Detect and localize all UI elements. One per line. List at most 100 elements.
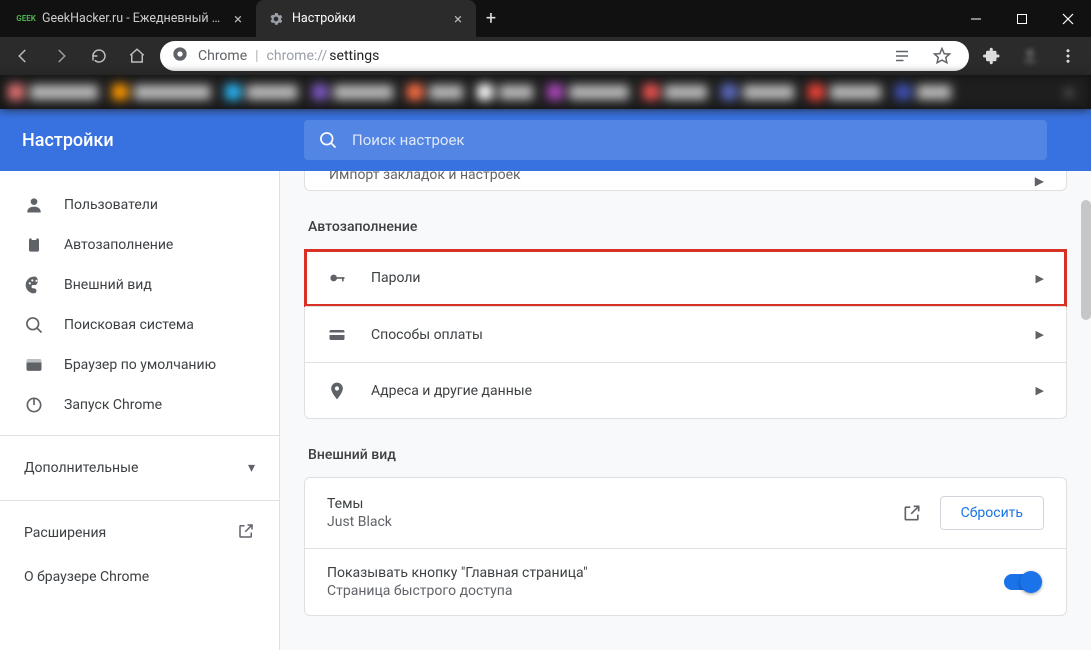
sidebar-item-autofill[interactable]: Автозаполнение xyxy=(0,225,279,265)
search-icon xyxy=(318,130,338,150)
close-icon[interactable]: × xyxy=(232,10,244,28)
row-label: Пароли xyxy=(371,270,421,286)
sidebar-item-default-browser[interactable]: Браузер по умолчанию xyxy=(0,345,279,385)
chevron-right-icon: ▶ xyxy=(1036,384,1044,397)
settings-header: Настройки xyxy=(0,109,1091,171)
home-label: Показывать кнопку "Главная страница" xyxy=(327,565,1004,581)
row-theme: Темы Just Black Сбросить xyxy=(305,478,1066,548)
menu-icon[interactable] xyxy=(1053,41,1083,71)
sidebar-item-label: Пользователи xyxy=(64,197,255,213)
url-path: settings xyxy=(329,48,379,64)
bookmark-item[interactable]: ██████ xyxy=(225,84,298,100)
sidebar-item-label: Автозаполнение xyxy=(64,237,255,253)
theme-name: Just Black xyxy=(327,514,884,530)
sidebar-item-label: Дополнительные xyxy=(24,460,248,476)
sidebar-item-label: Расширения xyxy=(24,525,106,541)
address-bar[interactable]: Chrome | chrome://settings xyxy=(160,41,969,71)
tab-strip: GEEK GeekHacker.ru - Ежедневный жу × Нас… xyxy=(0,0,953,37)
external-link-icon[interactable] xyxy=(902,503,922,523)
bookmark-item[interactable]: █████████ xyxy=(112,84,211,100)
settings-search[interactable] xyxy=(304,120,1047,160)
person-icon xyxy=(24,195,44,215)
close-window-button[interactable] xyxy=(1045,0,1091,37)
page-title: Настройки xyxy=(22,130,280,151)
location-icon xyxy=(327,381,347,401)
maximize-button[interactable] xyxy=(999,0,1045,37)
search-input[interactable] xyxy=(352,131,1033,149)
search-icon xyxy=(24,315,44,335)
extensions-icon[interactable] xyxy=(977,41,1007,71)
divider xyxy=(0,500,279,501)
sidebar-extensions[interactable]: Расширения xyxy=(0,511,279,555)
home-text: Показывать кнопку "Главная страница" Стр… xyxy=(327,565,1004,599)
chrome-icon xyxy=(172,46,188,66)
bookmark-item[interactable]: ████ xyxy=(895,84,951,100)
tab-title: Настройки xyxy=(292,11,444,26)
back-button[interactable] xyxy=(8,41,38,71)
import-bookmarks-row[interactable]: Импорт закладок и настроек ▶ xyxy=(304,171,1067,191)
browser-icon xyxy=(24,355,44,375)
card-icon xyxy=(327,325,347,345)
settings-page: Настройки Пользователи Автозаполнение Вн… xyxy=(0,109,1091,650)
tab-settings[interactable]: Настройки × xyxy=(256,0,476,37)
url-scheme: chrome:// xyxy=(267,48,328,64)
tab-title: GeekHacker.ru - Ежедневный жу xyxy=(42,11,224,26)
bookmark-item[interactable]: ███████ xyxy=(547,84,629,100)
bookmark-item[interactable]: ████ xyxy=(407,84,463,100)
url-label: Chrome xyxy=(198,48,247,64)
home-sub: Страница быстрого доступа xyxy=(327,583,1004,599)
bookmark-item[interactable]: ██████ xyxy=(721,84,794,100)
favicon-geek: GEEK xyxy=(18,11,34,27)
reader-icon[interactable] xyxy=(887,41,917,71)
settings-sidebar: Пользователи Автозаполнение Внешний вид … xyxy=(0,171,280,650)
url-text: Chrome | chrome://settings xyxy=(198,48,877,64)
sidebar-item-startup[interactable]: Запуск Chrome xyxy=(0,385,279,425)
row-addresses[interactable]: Адреса и другие данные ▶ xyxy=(305,362,1066,418)
close-icon[interactable]: × xyxy=(452,10,464,28)
bookmark-item[interactable]: ██████ xyxy=(808,84,881,100)
section-title-appearance: Внешний вид xyxy=(308,447,1067,463)
sidebar-item-label: О браузере Chrome xyxy=(24,569,149,585)
profile-icon[interactable] xyxy=(1015,41,1045,71)
divider xyxy=(0,435,279,436)
theme-text: Темы Just Black xyxy=(327,496,884,530)
sidebar-item-appearance[interactable]: Внешний вид xyxy=(0,265,279,305)
bookmark-item[interactable]: █████ xyxy=(643,84,708,100)
chevron-right-icon: ▶ xyxy=(1036,328,1044,341)
sidebar-advanced[interactable]: Дополнительные ▾ xyxy=(0,446,279,490)
bookmark-item[interactable]: ███████ xyxy=(312,84,394,100)
home-button[interactable] xyxy=(122,41,152,71)
bookmarks-overflow[interactable]: » xyxy=(1065,82,1083,103)
bookmark-item[interactable]: ████ xyxy=(477,84,533,100)
home-button-toggle[interactable] xyxy=(1004,574,1040,590)
reload-button[interactable] xyxy=(84,41,114,71)
tab-geekhacker[interactable]: GEEK GeekHacker.ru - Ежедневный жу × xyxy=(6,0,256,37)
row-label: Способы оплаты xyxy=(371,327,483,343)
settings-content[interactable]: Импорт закладок и настроек ▶ Автозаполне… xyxy=(280,171,1091,650)
bookmark-item[interactable]: ████████ xyxy=(8,84,98,100)
scrollbar-thumb[interactable] xyxy=(1081,200,1091,320)
sidebar-item-label: Запуск Chrome xyxy=(64,397,255,413)
row-passwords[interactable]: Пароли ▶ xyxy=(305,250,1066,306)
sidebar-item-search[interactable]: Поисковая система xyxy=(0,305,279,345)
autofill-card: Пароли ▶ Способы оплаты ▶ Адреса и други… xyxy=(304,249,1067,419)
sidebar-about[interactable]: О браузере Chrome xyxy=(0,555,279,599)
row-home-button: Показывать кнопку "Главная страница" Стр… xyxy=(305,548,1066,615)
forward-button[interactable] xyxy=(46,41,76,71)
external-link-icon xyxy=(237,522,255,544)
key-icon xyxy=(327,268,347,288)
power-icon xyxy=(24,395,44,415)
theme-label: Темы xyxy=(327,496,884,512)
chevron-right-icon: ▶ xyxy=(1035,174,1044,188)
new-tab-button[interactable]: + xyxy=(476,0,506,37)
row-payment-methods[interactable]: Способы оплаты ▶ xyxy=(305,306,1066,362)
titlebar: GEEK GeekHacker.ru - Ежедневный жу × Нас… xyxy=(0,0,1091,37)
row-label: Импорт закладок и настроек xyxy=(329,171,521,183)
sidebar-item-users[interactable]: Пользователи xyxy=(0,185,279,225)
sidebar-item-label: Браузер по умолчанию xyxy=(64,357,255,373)
minimize-button[interactable] xyxy=(953,0,999,37)
chevron-right-icon: ▶ xyxy=(1036,272,1044,285)
reset-theme-button[interactable]: Сбросить xyxy=(940,496,1044,530)
star-icon[interactable] xyxy=(927,41,957,71)
appearance-card: Темы Just Black Сбросить Показывать кноп… xyxy=(304,477,1067,616)
